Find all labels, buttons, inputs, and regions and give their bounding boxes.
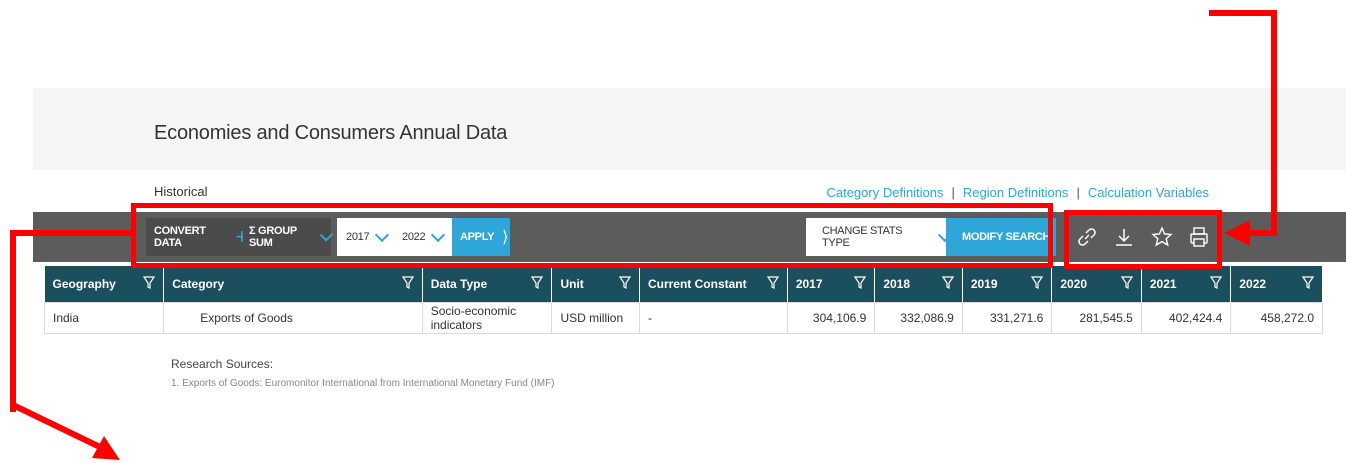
filter-icon[interactable] (766, 276, 779, 289)
table-header-row: Geography Category Data Type Unit Curren… (44, 266, 1323, 303)
calculation-variables-link[interactable]: Calculation Variables (1088, 185, 1209, 200)
cell-unit: USD million (551, 302, 640, 334)
filter-icon[interactable] (1302, 276, 1314, 289)
column-header-geography[interactable]: Geography (44, 266, 165, 303)
column-header-category[interactable]: Category (163, 266, 423, 303)
annotation-arrow-head (1224, 220, 1250, 246)
column-header-data-type[interactable]: Data Type (422, 266, 553, 303)
cell-2018: 332,086.9 (874, 302, 963, 334)
column-header-current-constant[interactable]: Current Constant (639, 266, 788, 303)
filter-icon[interactable] (618, 276, 631, 289)
filter-icon[interactable] (854, 276, 867, 289)
filter-icon[interactable] (401, 276, 414, 289)
column-header-2018[interactable]: 2018 (874, 266, 963, 303)
cell-geography: India (43, 302, 165, 334)
subhead-historical: Historical (154, 184, 208, 199)
filter-icon[interactable] (1210, 276, 1223, 289)
column-header-unit[interactable]: Unit (551, 266, 640, 303)
cell-category: Exports of Goods (163, 302, 423, 334)
cell-2020: 281,545.5 (1051, 302, 1142, 334)
annotation-arrow-line (10, 230, 132, 236)
cell-2021: 402,424.4 (1140, 302, 1232, 334)
filter-icon[interactable] (941, 276, 954, 289)
table-row: India Exports of Goods Socio-economic in… (43, 302, 1323, 334)
data-table: Geography Category Data Type Unit Curren… (43, 266, 1323, 334)
annotation-box-icons (1064, 210, 1222, 269)
page-title: Economies and Consumers Annual Data (154, 122, 508, 144)
filter-icon[interactable] (531, 276, 544, 289)
column-header-2019[interactable]: 2019 (962, 266, 1053, 303)
filter-icon[interactable] (1031, 276, 1044, 289)
column-header-2022[interactable]: 2022 (1230, 266, 1323, 303)
region-definitions-link[interactable]: Region Definitions (963, 185, 1069, 200)
cell-2019: 331,271.6 (961, 302, 1053, 334)
cell-2017: 304,106.9 (786, 302, 876, 334)
definition-links: Category Definitions | Region Definitions |… (826, 185, 1209, 200)
filter-icon[interactable] (1120, 276, 1133, 289)
cell-data-type: Socio-economic indicators (421, 302, 553, 334)
research-source-item: 1. Exports of Goods: Euromonitor Interna… (171, 378, 555, 389)
cell-2022: 458,272.0 (1230, 302, 1323, 334)
annotation-arrow-line (1271, 10, 1277, 235)
column-header-2021[interactable]: 2021 (1141, 266, 1232, 303)
cell-current-constant: - (638, 302, 788, 334)
annotation-box-toolbar (131, 203, 1053, 268)
annotation-arrow-line (10, 230, 16, 412)
annotation-arrow-line (1209, 10, 1277, 16)
annotation-arrow-diagonal (11, 402, 120, 460)
category-definitions-link[interactable]: Category Definitions (826, 185, 943, 200)
research-sources-label: Research Sources: (171, 357, 274, 371)
column-header-2020[interactable]: 2020 (1051, 266, 1142, 303)
column-header-2017[interactable]: 2017 (787, 266, 876, 303)
filter-icon[interactable] (143, 276, 156, 289)
